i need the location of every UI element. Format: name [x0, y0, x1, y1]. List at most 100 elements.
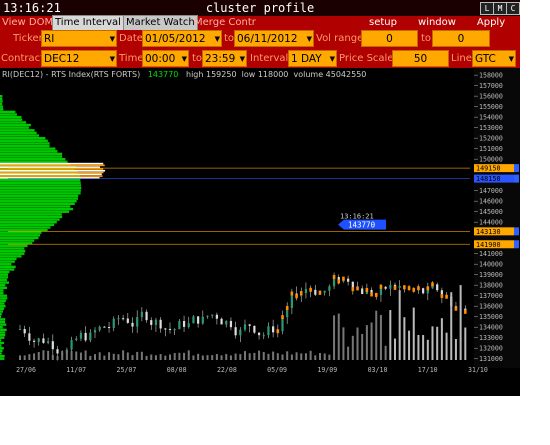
volume-bar: [37, 351, 40, 360]
window-button-c[interactable]: C: [506, 2, 520, 15]
profile-bar: [0, 160, 68, 164]
candle-body: [304, 288, 308, 294]
contract-select[interactable]: DEC12 ▼: [41, 50, 117, 67]
x-tick-label: 11/07: [66, 366, 86, 374]
candle-body: [140, 311, 143, 318]
profile-bar: [0, 181, 81, 185]
volume-bar: [220, 355, 223, 360]
profile-bar: [0, 184, 81, 187]
profile-bar: [0, 152, 63, 156]
profile-bar: [0, 270, 10, 274]
level-tag-label: 149150: [476, 165, 501, 173]
candle-body: [112, 318, 115, 329]
setup-button[interactable]: setup: [358, 16, 408, 30]
candle-body: [23, 328, 26, 334]
interval-select[interactable]: 1 DAY ▼: [288, 50, 337, 67]
tab-merge-contr[interactable]: Merge Contr: [192, 16, 258, 30]
time-from-field[interactable]: 00:00 ▼: [142, 50, 189, 67]
date-to-label: to: [224, 33, 235, 44]
window-button-l[interactable]: L: [480, 2, 494, 15]
volume-bar: [159, 354, 162, 360]
candle-body: [168, 328, 172, 330]
volume-bar: [79, 352, 82, 360]
candle-body: [248, 324, 251, 326]
cluster-profile-window: 13:16:21 cluster profile L M C View DOM …: [0, 0, 520, 396]
volume-bar: [201, 355, 204, 360]
profile-bar: [0, 144, 50, 148]
tab-market-watch[interactable]: Market Watch: [123, 15, 198, 31]
cluster-mark: [403, 285, 406, 290]
time-from-value: 00:00: [145, 53, 176, 65]
profile-bar: [0, 223, 55, 227]
y-tick-label: 153000: [479, 124, 503, 132]
ticker-value: RI: [44, 33, 55, 45]
volume-bar: [253, 352, 256, 360]
candle-body: [234, 327, 237, 336]
y-tick-label: 131000: [479, 355, 503, 363]
price-scale-field[interactable]: 50: [392, 50, 449, 67]
tab-time-interval[interactable]: Time Interval: [52, 15, 124, 31]
cluster-mark: [393, 285, 397, 290]
profile-bar: [0, 312, 2, 316]
profile-bar: [0, 113, 17, 116]
candle-body: [422, 288, 425, 294]
date-from-field[interactable]: 01/05/2012 ▼: [142, 30, 222, 47]
volume-bar: [164, 355, 167, 360]
cluster-chart[interactable]: 131000 132000 133000 134000 135000 136000 1370…: [0, 68, 520, 396]
x-tick-label: 03/10: [368, 366, 388, 374]
volume-bar: [98, 352, 101, 360]
candle-body: [126, 318, 129, 323]
volume-bar: [445, 332, 448, 360]
profile-bar: [0, 268, 15, 271]
profile-bar: [0, 131, 37, 135]
vol-from-field[interactable]: 0: [361, 30, 418, 47]
tab-view-dom[interactable]: View DOM: [0, 16, 55, 30]
legend-low: low 118000: [241, 70, 289, 79]
candle-body: [389, 284, 392, 289]
volume-bar: [145, 355, 148, 360]
cluster-mark: [417, 286, 420, 291]
line-select[interactable]: GTC ▼: [472, 50, 516, 67]
profile-bar: [0, 273, 9, 276]
profile-bar: [0, 205, 71, 208]
profile-bar: [0, 236, 39, 240]
y-tick-label: 158000: [479, 72, 503, 80]
volume-bar: [361, 334, 364, 360]
apply-button[interactable]: Apply: [466, 16, 516, 30]
profile-bar: [0, 333, 6, 337]
profile-bar: [0, 260, 15, 263]
cluster-mark: [337, 279, 341, 284]
profile-bar: [0, 94, 3, 98]
profile-bar: [0, 115, 22, 119]
x-tick-label: 27/06: [16, 366, 36, 374]
date-to-field[interactable]: 06/11/2012 ▼: [234, 30, 314, 47]
profile-highlight: [0, 162, 104, 165]
window-button[interactable]: window: [412, 16, 462, 30]
candle-body: [42, 338, 45, 343]
volume-bar: [459, 285, 462, 360]
candle-body: [253, 325, 256, 333]
window-title: cluster profile: [205, 1, 315, 15]
profile-bar: [0, 189, 81, 192]
time-to-field[interactable]: 23:59 ▼: [202, 50, 247, 67]
profile-bar: [0, 265, 16, 269]
contract-label: Contract: [1, 53, 45, 64]
candle-body: [37, 338, 40, 342]
y-tick-label: 154000: [479, 114, 503, 122]
profile-bar: [0, 299, 6, 303]
vol-to-field[interactable]: 0: [432, 30, 490, 47]
profile-bar: [0, 310, 3, 313]
profile-bar: [0, 129, 35, 132]
filter-row-2: Contract DEC12 ▼ Time 00:00 ▼ to 23:59 ▼ In…: [0, 50, 520, 70]
cluster-mark: [295, 294, 298, 299]
volume-bar: [187, 350, 190, 360]
x-tick-label: 05/09: [267, 366, 287, 374]
window-button-m[interactable]: M: [493, 2, 507, 15]
volume-bar: [28, 354, 31, 360]
volume-bar: [314, 355, 317, 360]
candle-body: [150, 320, 153, 325]
volume-bar: [103, 355, 106, 360]
y-tick-label: 134000: [479, 324, 503, 332]
profile-bar: [0, 247, 25, 250]
ticker-select[interactable]: RI ▼: [41, 30, 117, 47]
